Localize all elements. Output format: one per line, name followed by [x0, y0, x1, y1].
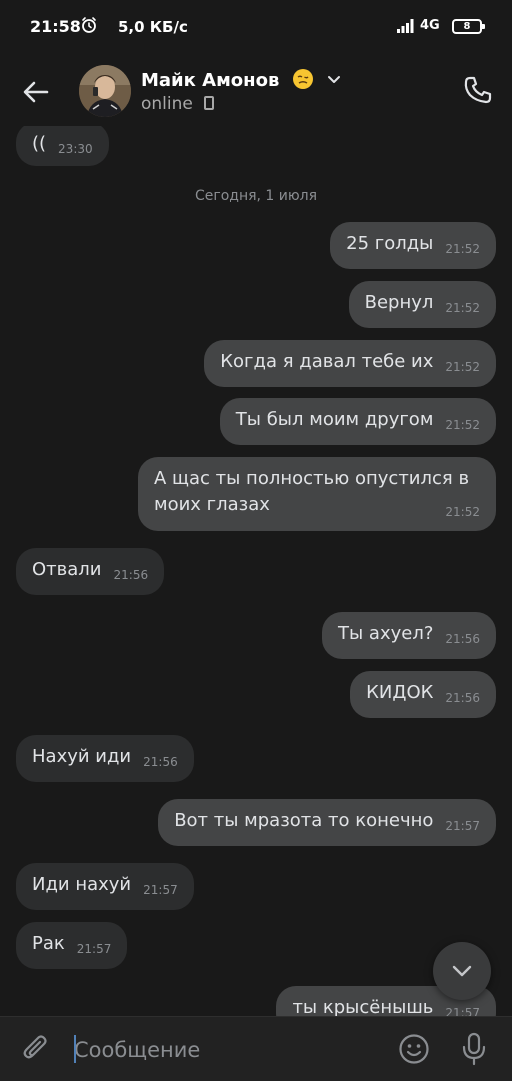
message-in[interactable]: Нахуй иди 21:56	[16, 735, 194, 782]
message-time: 21:56	[113, 568, 149, 582]
message-out[interactable]: Ты был моим другом 21:52	[219, 398, 496, 445]
message-in[interactable]: Иди нахуй 21:57	[16, 863, 194, 910]
contact-name[interactable]: Майк Амонов	[141, 68, 342, 91]
contact-name-text: Майк Амонов	[141, 70, 280, 91]
message-in[interactable]: Отвали 21:56	[16, 548, 165, 595]
alarm-icon	[80, 16, 98, 34]
voice-message-button[interactable]	[456, 1031, 492, 1067]
message-text: Иди нахуй	[32, 874, 132, 895]
message-text: КИДОК	[366, 682, 434, 703]
message-text: Ты ахуел?	[338, 623, 434, 644]
paperclip-icon	[23, 1035, 47, 1059]
message-in[interactable]: Рак 21:57	[16, 922, 128, 969]
message-out[interactable]: Когда я давал тебе их 21:52	[204, 340, 496, 387]
message-out[interactable]: КИДОК 21:56	[350, 671, 496, 718]
signal-icon	[396, 18, 416, 34]
contact-status-text: online	[141, 94, 193, 114]
message-in[interactable]: (( 23:30	[16, 126, 109, 166]
message-text: Нахуй иди	[32, 746, 132, 767]
message-time: 21:56	[445, 691, 480, 705]
contact-status: online	[141, 94, 215, 114]
network-speed: 5,0 КБ/с	[118, 18, 188, 36]
message-time: 21:57	[445, 819, 480, 833]
message-time: 21:52	[445, 505, 480, 519]
phone-call-icon	[464, 76, 492, 104]
back-button[interactable]	[16, 72, 56, 112]
message-time: 21:56	[445, 632, 480, 646]
microphone-icon	[462, 1032, 486, 1066]
message-input[interactable]	[72, 1029, 376, 1071]
emoji-button[interactable]	[396, 1031, 432, 1067]
message-time: 21:52	[445, 301, 480, 315]
message-text: Рак	[32, 933, 65, 954]
message-time: 21:57	[445, 1006, 480, 1016]
message-text: ((	[32, 133, 47, 154]
smile-icon	[399, 1034, 429, 1064]
status-bar: 21:58 5,0 КБ/с 4G 8	[0, 0, 512, 56]
message-time: 21:57	[143, 883, 178, 897]
call-button[interactable]	[458, 70, 498, 110]
message-time: 21:52	[445, 418, 480, 432]
message-out[interactable]: Вернул 21:52	[348, 281, 496, 328]
message-text: Вот ты мразота то конечно	[174, 810, 434, 831]
chevron-down-icon[interactable]	[326, 72, 342, 88]
message-out[interactable]: 25 голды 21:52	[330, 222, 496, 269]
avatar[interactable]	[79, 65, 131, 117]
chevron-down-icon	[452, 965, 472, 977]
message-time: 21:57	[76, 942, 112, 956]
network-type: 4G	[420, 18, 440, 33]
message-list[interactable]: (( 23:30 Сегодня, 1 июля 25 голды 21:52 Ве…	[0, 126, 512, 1016]
message-text: 25 голды	[346, 233, 434, 254]
scroll-down-button[interactable]	[433, 942, 491, 1000]
battery-icon: 8	[452, 19, 485, 34]
message-out[interactable]: Вот ты мразота то конечно 21:57	[158, 799, 496, 846]
message-time: 23:30	[58, 142, 93, 156]
message-text: ты крысёнышь	[292, 997, 434, 1016]
message-time: 21:56	[143, 755, 178, 769]
emoji-face-icon	[292, 68, 314, 90]
message-text: Вернул	[364, 292, 434, 313]
back-arrow-icon	[23, 81, 49, 103]
message-text: Ты был моим другом	[235, 409, 434, 430]
text-cursor	[74, 1035, 76, 1063]
chat-header: Майк Амонов online	[0, 56, 512, 126]
message-time: 21:52	[445, 242, 480, 256]
message-text: Когда я давал тебе их	[220, 351, 434, 372]
status-time: 21:58	[30, 17, 81, 36]
message-text: Отвали	[32, 559, 102, 580]
message-composer	[0, 1016, 512, 1081]
message-time: 21:52	[445, 360, 480, 374]
attach-button[interactable]	[18, 1031, 54, 1067]
message-text: А щас ты полностью опустился в моих глаз…	[154, 468, 470, 515]
date-separator: Сегодня, 1 июля	[194, 188, 318, 204]
mobile-device-icon	[204, 96, 215, 110]
message-out[interactable]: А щас ты полностью опустился в моих глаз…	[138, 457, 496, 531]
message-out[interactable]: Ты ахуел? 21:56	[322, 612, 496, 659]
